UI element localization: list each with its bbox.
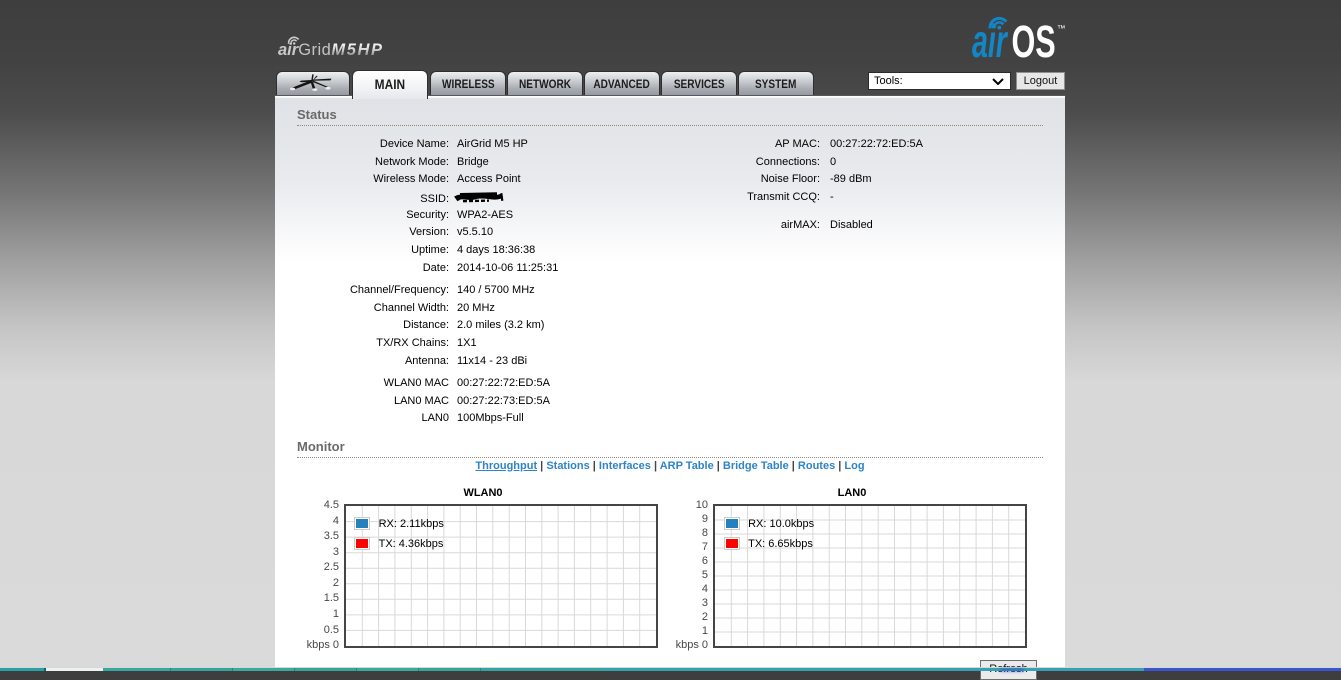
svg-text:OS: OS [1012,17,1056,62]
svg-text:™: ™ [1057,23,1066,33]
